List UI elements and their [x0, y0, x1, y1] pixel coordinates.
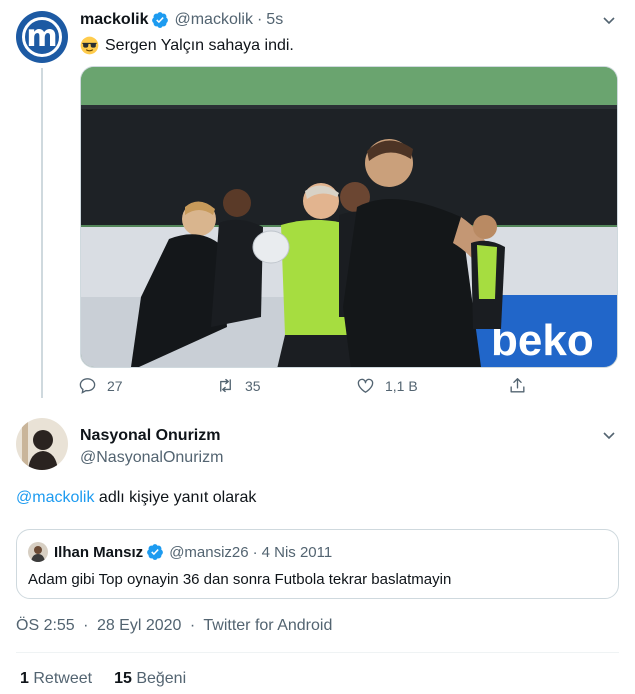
chevron-down-icon[interactable]	[601, 12, 617, 28]
divider	[16, 652, 619, 653]
reply-to-link[interactable]: @mackolik	[16, 489, 94, 506]
quoted-author-handle: @mansiz26	[169, 543, 249, 561]
separator-dot: ·	[189, 617, 196, 634]
separator-dot: ·	[256, 11, 263, 28]
sunglasses-emoji-icon	[80, 36, 99, 55]
like-stat-count: 15	[114, 670, 132, 687]
engagement-stats: 1 Retweet 15 Beğeni	[20, 670, 186, 688]
nasyonal-onurizm-avatar[interactable]	[16, 418, 68, 470]
quoted-tweet-card[interactable]: Ilhan Mansız @mansiz26 · 4 Nis 2011 Adam…	[16, 529, 619, 599]
separator-dot: ·	[83, 617, 89, 634]
separator-dot: ·	[252, 543, 258, 561]
quoted-tweet-header: Ilhan Mansız @mansiz26 · 4 Nis 2011	[28, 542, 332, 562]
retweet-stat-count: 1	[20, 670, 29, 687]
parent-author-handle[interactable]: @mackolik	[174, 11, 252, 29]
tweet-metadata: ÖS 2:55 · 28 Eyl 2020 · Twitter for Andr…	[16, 617, 332, 635]
heart-icon	[357, 378, 374, 393]
tweet-action-bar: 27 35 1,1 B	[78, 376, 538, 402]
tweet-media-photo[interactable]: beko	[80, 66, 618, 368]
quoted-author-name: Ilhan Mansız	[54, 543, 144, 561]
like-stat[interactable]: 15 Beğeni	[114, 670, 186, 688]
reply-context: @mackolik adlı kişiye yanıt olarak	[16, 489, 256, 507]
avatar-letter: m	[22, 17, 62, 57]
retweet-stat-label: Retweet	[33, 670, 93, 687]
retweet-stat[interactable]: 1 Retweet	[20, 670, 92, 688]
parent-tweet-text: Sergen Yalçın sahaya indi.	[105, 36, 294, 54]
parent-tweet-header: mackolik @mackolik · 5s	[80, 11, 283, 29]
tweet-time[interactable]: ÖS 2:55	[16, 617, 75, 634]
banner-brand-text: beko	[491, 316, 594, 365]
training-photo-image: beko	[81, 67, 617, 367]
like-action[interactable]: 1,1 B	[356, 376, 418, 395]
avatar-image	[16, 418, 68, 470]
thread-connector-line	[41, 68, 43, 398]
verified-badge-icon	[152, 12, 169, 28]
parent-tweet-time[interactable]: 5s	[266, 11, 283, 29]
like-count: 1,1 B	[385, 377, 418, 394]
like-stat-label: Beğeni	[136, 670, 187, 687]
football-ball	[252, 230, 290, 264]
quoted-author-avatar	[28, 542, 48, 562]
reply-to-suffix: adlı kişiye yanıt olarak	[94, 489, 257, 506]
share-action[interactable]	[508, 376, 537, 395]
reply-author-handle[interactable]: @NasyonalOnurizm	[80, 449, 223, 467]
share-icon	[510, 378, 525, 393]
reply-icon	[79, 378, 96, 394]
tweet-source[interactable]: Twitter for Android	[203, 617, 332, 634]
verified-badge-icon	[147, 544, 164, 560]
quoted-tweet-date: 4 Nis 2011	[261, 543, 333, 561]
reply-count: 27	[107, 377, 123, 394]
parent-tweet-text-row: Sergen Yalçın sahaya indi.	[80, 36, 294, 55]
mackolik-avatar[interactable]: m	[16, 11, 68, 63]
parent-author-name[interactable]: mackolik	[80, 11, 148, 29]
retweet-icon	[220, 378, 231, 393]
retweet-count: 35	[245, 377, 261, 394]
quoted-tweet-text: Adam gibi Top oynayin 36 dan sonra Futbo…	[28, 571, 452, 588]
retweet-action[interactable]: 35	[216, 376, 261, 395]
tweet-date[interactable]: 28 Eyl 2020	[97, 617, 182, 634]
reply-action[interactable]: 27	[78, 376, 123, 395]
reply-author-name[interactable]: Nasyonal Onurizm	[80, 427, 220, 445]
chevron-down-icon[interactable]	[601, 427, 617, 443]
